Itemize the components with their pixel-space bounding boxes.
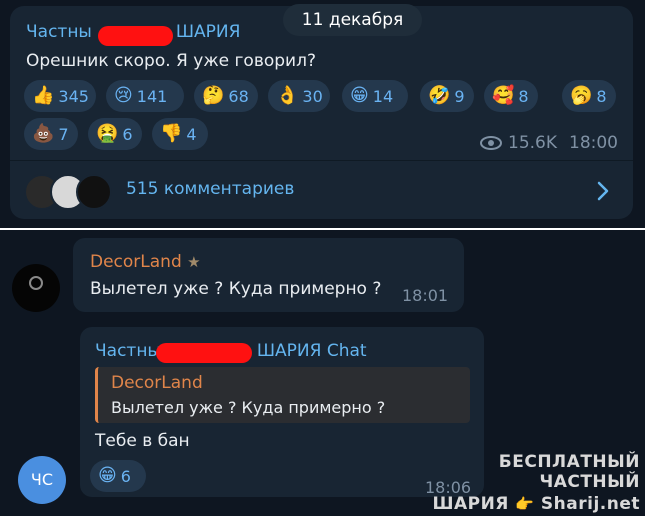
thumbs-up-icon: 👍 bbox=[32, 85, 55, 106]
reply-text: Тебе в бан bbox=[95, 431, 190, 451]
star-icon: ★ bbox=[187, 253, 201, 271]
reaction-thumbs-up[interactable]: 👍 345 bbox=[24, 80, 96, 112]
reaction-count: 345 bbox=[58, 86, 89, 106]
post-time: 18:00 bbox=[569, 133, 618, 153]
reaction-count: 14 bbox=[372, 86, 394, 106]
thumbs-down-icon: 👎 bbox=[160, 123, 183, 144]
comments-link[interactable]: 515 комментариев bbox=[126, 179, 294, 199]
reaction-poop[interactable]: 💩 7 bbox=[24, 118, 78, 150]
comments-divider bbox=[10, 160, 633, 161]
eye-icon bbox=[480, 136, 502, 150]
comment-text: Вылетел уже ? Куда примерно ? bbox=[90, 279, 382, 299]
grinning-face-icon: 😁 bbox=[98, 465, 117, 486]
crying-face-icon: 😢 bbox=[114, 85, 133, 106]
reaction-hearts-face[interactable]: 🥰 8 bbox=[484, 80, 538, 112]
quote-text: Вылетел уже ? Куда примерно ? bbox=[111, 398, 386, 417]
poop-icon: 💩 bbox=[32, 123, 55, 144]
comment-author[interactable]: DecorLand ★ bbox=[90, 252, 201, 272]
reaction-count: 8 bbox=[518, 86, 529, 106]
post-meta: 15.6K 18:00 bbox=[480, 133, 618, 153]
watermark: БЕСПЛАТНЫЙ ЧАСТНЫЙ ШАРИЯ 👉 Sharij.net bbox=[412, 452, 640, 514]
reaction-count: 6 bbox=[120, 466, 131, 486]
logo-icon bbox=[29, 276, 43, 290]
reaction-crying-face[interactable]: 😢 141 bbox=[106, 80, 184, 112]
views-count: 15.6K bbox=[508, 133, 557, 153]
date-separator: 11 декабря bbox=[283, 4, 422, 36]
reaction-count: 141 bbox=[136, 86, 168, 106]
reaction-count: 9 bbox=[454, 86, 465, 106]
chevron-right-icon[interactable] bbox=[597, 181, 609, 201]
watermark-line2: ШАРИЯ 👉 Sharij.net bbox=[432, 494, 640, 514]
reaction-yawning-face[interactable]: 🥱 8 bbox=[562, 80, 616, 112]
watermark-line1: БЕСПЛАТНЫЙ ЧАСТНЫЙ bbox=[498, 452, 640, 492]
nauseated-face-icon: 🤮 bbox=[96, 123, 119, 144]
reaction-count: 6 bbox=[122, 124, 133, 144]
commenter-avatars bbox=[24, 174, 124, 210]
comment-bubble: DecorLand ★ Вылетел уже ? Куда примерно … bbox=[73, 238, 464, 312]
channel-post-bubble: Частны ШАРИЯ Орешник скоро. Я уже говорил… bbox=[10, 6, 633, 219]
reaction-rolling-laughing[interactable]: 🤣 9 bbox=[420, 80, 474, 112]
redaction-mark bbox=[156, 343, 252, 363]
grinning-face-icon: 😁 bbox=[350, 85, 369, 106]
chat-avatar[interactable]: ЧС bbox=[18, 456, 66, 504]
comment-time: 18:01 bbox=[402, 286, 449, 305]
reaction-count: 4 bbox=[186, 124, 197, 144]
reaction-count: 7 bbox=[58, 124, 69, 144]
pointing-hand-icon: 👉 bbox=[515, 495, 535, 513]
reaction-count: 30 bbox=[302, 86, 323, 106]
rolling-laughing-icon: 🤣 bbox=[428, 85, 451, 106]
section-divider bbox=[0, 228, 645, 230]
reaction-nauseated-face[interactable]: 🤮 6 bbox=[88, 118, 142, 150]
avatar bbox=[76, 174, 112, 210]
reaction-count: 8 bbox=[596, 86, 607, 106]
post-text: Орешник скоро. Я уже говорил? bbox=[26, 51, 316, 71]
reaction-thinking-face[interactable]: 🤔 68 bbox=[194, 80, 258, 112]
reaction-ok-hand[interactable]: 👌 30 bbox=[268, 80, 330, 112]
ok-hand-icon: 👌 bbox=[276, 85, 299, 106]
thinking-face-icon: 🤔 bbox=[202, 85, 225, 106]
reply-quote[interactable]: DecorLand Вылетел уже ? Куда примерно ? bbox=[95, 367, 470, 423]
reaction-grinning[interactable]: 😁 6 bbox=[90, 460, 146, 492]
reaction-grinning-face[interactable]: 😁 14 bbox=[342, 80, 408, 112]
reaction-count: 68 bbox=[228, 86, 249, 106]
reaction-thumbs-down[interactable]: 👎 4 bbox=[152, 118, 208, 150]
decorland-avatar[interactable] bbox=[12, 264, 60, 312]
redaction-mark bbox=[98, 26, 173, 46]
quote-author: DecorLand bbox=[111, 373, 203, 393]
hearts-face-icon: 🥰 bbox=[492, 85, 515, 106]
yawning-face-icon: 🥱 bbox=[570, 85, 593, 106]
